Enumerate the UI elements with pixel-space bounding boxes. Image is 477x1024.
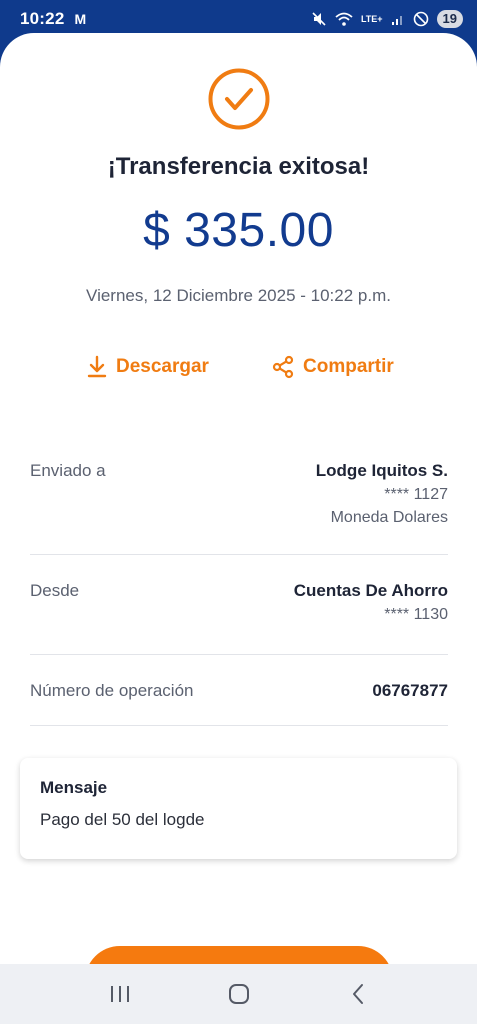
recipient-name: Lodge Iquitos S. bbox=[315, 461, 448, 480]
wifi-icon bbox=[335, 12, 353, 26]
mute-icon bbox=[312, 12, 326, 26]
receipt-actions: Descargar Compartir bbox=[0, 355, 477, 389]
share-button[interactable]: Compartir bbox=[271, 355, 394, 379]
check-circle-icon bbox=[208, 68, 270, 130]
share-label: Compartir bbox=[303, 356, 394, 377]
back-button[interactable] bbox=[338, 974, 378, 1014]
download-button[interactable]: Descargar bbox=[86, 355, 209, 379]
sent-to-row: Enviado a Lodge Iquitos S. **** 1127 Mon… bbox=[30, 461, 448, 527]
transfer-datetime: Viernes, 12 Diciembre 2025 - 10:22 p.m. bbox=[86, 286, 391, 305]
recipient-currency: Moneda Dolares bbox=[330, 509, 448, 526]
source-account-number: **** 1130 bbox=[384, 606, 448, 623]
download-label: Descargar bbox=[116, 356, 209, 377]
source-account-name: Cuentas De Ahorro bbox=[293, 581, 448, 600]
operation-number: 06767877 bbox=[372, 681, 448, 700]
do-not-disturb-icon bbox=[413, 11, 428, 27]
recipient-account: **** 1127 bbox=[384, 486, 448, 503]
success-title: ¡Transferencia exitosa! bbox=[107, 153, 370, 180]
message-text: Pago del 50 del logde bbox=[40, 810, 205, 829]
divider bbox=[30, 654, 448, 655]
gmail-icon: M bbox=[74, 11, 87, 27]
status-time: 10:22 bbox=[20, 9, 65, 28]
receipt-card: ¡Transferencia exitosa! $ 335.00 Viernes… bbox=[0, 33, 477, 1024]
status-icons: LTE+ 19 bbox=[311, 10, 463, 28]
sent-to-label: Enviado a bbox=[30, 461, 106, 480]
battery-badge: 19 bbox=[436, 10, 463, 28]
from-label: Desde bbox=[30, 581, 80, 600]
android-nav-bar bbox=[0, 964, 477, 1024]
recents-icon bbox=[110, 986, 129, 1002]
divider bbox=[30, 554, 448, 555]
from-values: Cuentas De Ahorro **** 1130 bbox=[294, 581, 448, 624]
from-row: Desde Cuentas De Ahorro **** 1130 bbox=[30, 581, 448, 624]
share-icon bbox=[272, 355, 294, 379]
back-icon bbox=[352, 984, 363, 1004]
divider bbox=[30, 725, 448, 726]
operation-values: 06767877 bbox=[372, 681, 448, 701]
signal-icon bbox=[391, 16, 402, 25]
home-icon bbox=[228, 984, 249, 1004]
message-card: Mensaje Pago del 50 del logde bbox=[20, 758, 457, 859]
transfer-amount: $ 335.00 bbox=[143, 204, 334, 257]
network-type: LTE+ bbox=[360, 14, 383, 24]
message-title: Mensaje bbox=[40, 778, 108, 797]
home-button[interactable] bbox=[219, 974, 259, 1014]
download-icon bbox=[87, 355, 107, 378]
recents-button[interactable] bbox=[100, 974, 140, 1014]
sent-to-values: Lodge Iquitos S. **** 1127 Moneda Dolare… bbox=[316, 461, 448, 527]
operation-label: Número de operación bbox=[30, 681, 194, 700]
operation-row: Número de operación 06767877 bbox=[30, 681, 448, 701]
